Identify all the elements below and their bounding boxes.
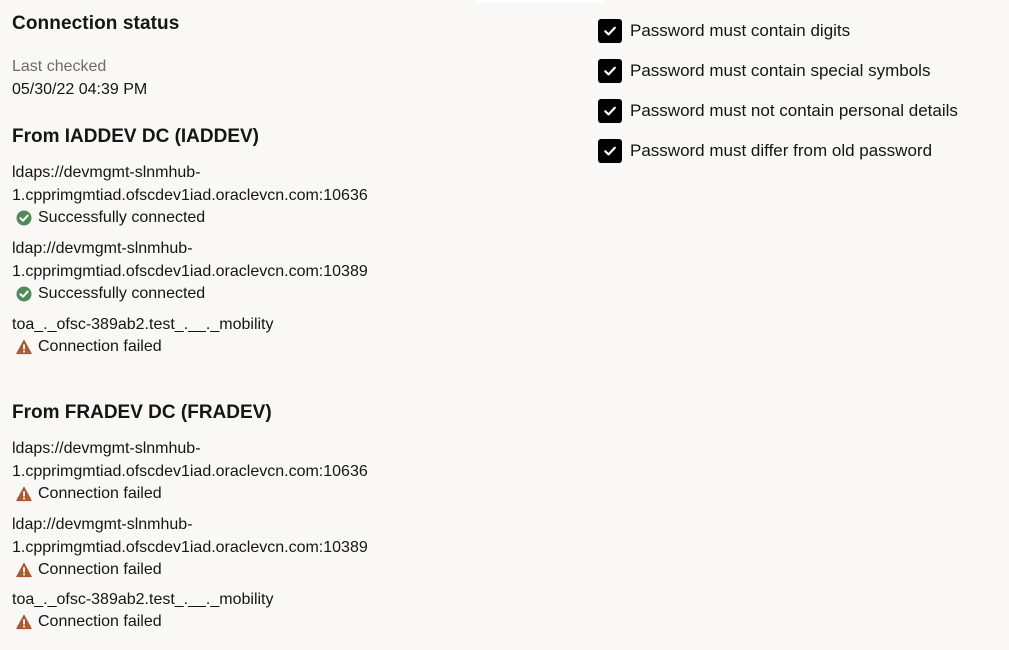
connection-url-line1: toa_._ofsc-389ab2.test_.__._mobility — [12, 591, 274, 608]
connection-url-line2: 1.cpprimgmtiad.ofscdev1iad.oraclevcn.com… — [12, 263, 368, 280]
check-circle-icon — [16, 286, 32, 302]
connection-status-text: Connection failed — [38, 338, 162, 355]
connection-status: Connection failed — [12, 336, 572, 358]
connection-item: ldap://devmgmt-slnmhub- 1.cpprimgmtiad.o… — [12, 237, 572, 305]
connection-url-line1: ldaps://devmgmt-slnmhub- — [12, 164, 201, 181]
password-rule-label: Password must not contain personal detai… — [630, 101, 958, 120]
password-rule-item[interactable]: Password must differ from old password — [598, 139, 932, 163]
warning-triangle-icon — [16, 486, 32, 502]
connection-item: ldaps://devmgmt-slnmhub- 1.cpprimgmtiad.… — [12, 161, 572, 229]
password-rule-checkbox[interactable] — [598, 59, 622, 83]
connection-url-line2: 1.cpprimgmtiad.ofscdev1iad.oraclevcn.com… — [12, 463, 368, 480]
connection-status-text: Connection failed — [38, 561, 162, 578]
checkmark-icon — [604, 26, 616, 36]
password-rule-checkbox[interactable] — [598, 99, 622, 123]
last-checked-label: Last checked — [12, 58, 107, 75]
password-rule-checkbox[interactable] — [598, 139, 622, 163]
checkmark-icon — [604, 146, 616, 156]
password-rule-label: Password must contain special symbols — [630, 61, 931, 80]
password-rule-item[interactable]: Password must not contain personal detai… — [598, 99, 958, 123]
connection-url-line2: 1.cpprimgmtiad.ofscdev1iad.oraclevcn.com… — [12, 187, 368, 204]
connection-item: toa_._ofsc-389ab2.test_.__._mobility Con… — [12, 313, 572, 358]
password-rule-item[interactable]: Password must contain digits — [598, 19, 850, 43]
connection-status-text: Connection failed — [38, 613, 162, 630]
connection-status: Connection failed — [12, 559, 572, 581]
connection-status: Connection failed — [12, 611, 572, 633]
last-checked-value: 05/30/22 04:39 PM — [12, 81, 148, 98]
connection-status: Successfully connected — [12, 283, 572, 305]
connection-status: Successfully connected — [12, 207, 572, 229]
checkmark-icon — [604, 66, 616, 76]
checkmark-icon — [604, 106, 616, 116]
dc-heading-iaddev: From IADDEV DC (IADDEV) — [12, 126, 260, 147]
connection-url-line2: 1.cpprimgmtiad.ofscdev1iad.oraclevcn.com… — [12, 539, 368, 556]
connection-status-text: Successfully connected — [38, 285, 206, 302]
warning-triangle-icon — [16, 614, 32, 630]
check-circle-icon — [16, 210, 32, 226]
password-rule-label: Password must differ from old password — [630, 141, 933, 160]
connection-status-text: Successfully connected — [38, 209, 206, 226]
connection-status-title: Connection status — [12, 13, 180, 34]
connection-url-line1: toa_._ofsc-389ab2.test_.__._mobility — [12, 316, 274, 333]
connection-item: ldaps://devmgmt-slnmhub- 1.cpprimgmtiad.… — [12, 437, 572, 505]
connection-url-line1: ldaps://devmgmt-slnmhub- — [12, 440, 201, 457]
top-divider — [476, 0, 606, 3]
password-rule-label: Password must contain digits — [630, 21, 851, 40]
dc-heading-fradev: From FRADEV DC (FRADEV) — [12, 402, 272, 423]
password-rule-checkbox[interactable] — [598, 19, 622, 43]
connection-item: ldap://devmgmt-slnmhub- 1.cpprimgmtiad.o… — [12, 513, 572, 581]
connection-item: toa_._ofsc-389ab2.test_.__._mobility Con… — [12, 588, 572, 633]
connection-status: Connection failed — [12, 483, 572, 505]
warning-triangle-icon — [16, 562, 32, 578]
connection-status-text: Connection failed — [38, 485, 162, 502]
password-rule-item[interactable]: Password must contain special symbols — [598, 59, 930, 83]
connection-url-line1: ldap://devmgmt-slnmhub- — [12, 240, 193, 257]
warning-triangle-icon — [16, 339, 32, 355]
connection-url-line1: ldap://devmgmt-slnmhub- — [12, 516, 193, 533]
